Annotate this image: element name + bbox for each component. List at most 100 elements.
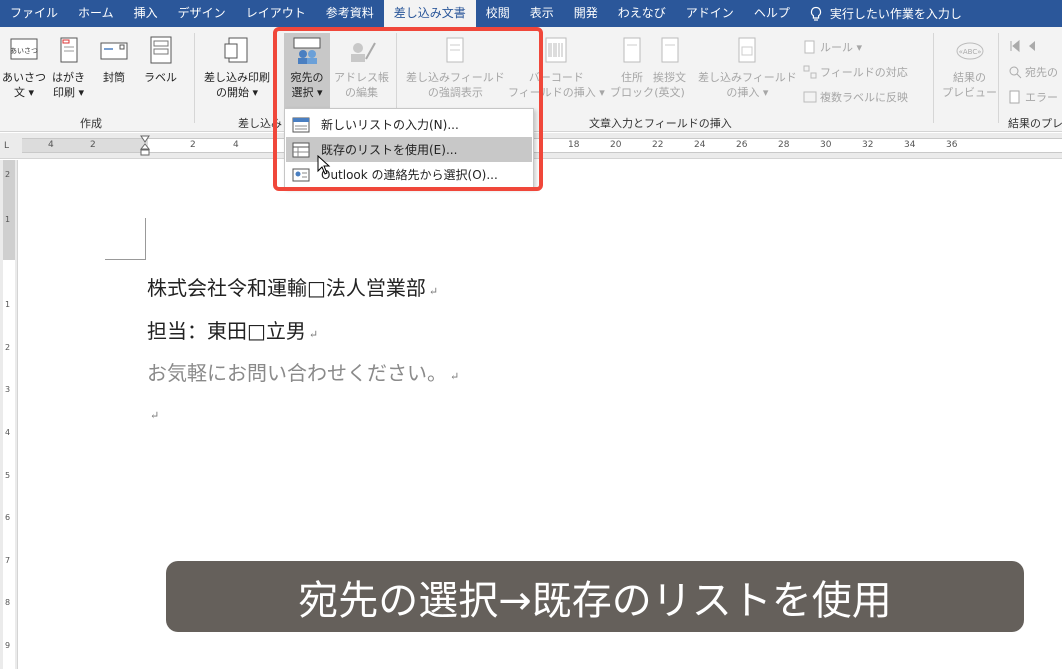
greeting-card-label-1: あいさつ [2,71,46,84]
previous-record-icon [1029,41,1035,51]
vruler-number: 2 [5,343,11,352]
find-recipient-icon [1009,66,1022,79]
postcard-print-button[interactable]: はがき 印刷 ▾ [52,35,85,100]
ruler-number: 2 [190,140,196,150]
ruler-number: 4 [48,140,54,150]
match-fields-label: フィールドの対応 [820,66,908,79]
start-mail-merge-icon [224,37,248,63]
postcard-icon [60,37,77,63]
ruler-number: 18 [568,140,580,150]
match-fields-button[interactable]: フィールドの対応 [803,64,908,80]
tab-insert[interactable]: 挿入 [124,0,168,27]
greeting-card-icon: あいさつ [10,38,38,60]
tab-developer[interactable]: 開発 [564,0,608,27]
ruler-number: 32 [862,140,874,150]
vruler-number: 2 [5,170,11,179]
tab-home[interactable]: ホーム [68,0,124,27]
tab-addins[interactable]: アドイン [676,0,744,27]
paragraph-mark: ↵ [450,370,460,383]
postcard-label-1: はがき [52,71,85,84]
ruler-number: 4 [233,140,239,150]
lightbulb-icon [810,6,821,21]
document-line-1[interactable]: 株式会社令和運輸□法人営業部 ↵ [147,272,438,301]
preview-results-button[interactable]: «ABC» 結果の プレビュー [942,35,997,100]
label-button[interactable]: ラベル [144,35,177,85]
insert-merge-field-label-2: の挿入 ▾ [726,86,769,99]
ruler-number: 28 [778,140,790,150]
greeting-card-button[interactable]: あいさつ あいさつ 文 ▾ [2,35,46,100]
group-label-preview-results: 結果のプレ [1008,117,1062,130]
postcard-label-2: 印刷 ▾ [52,86,85,99]
tab-view[interactable]: 表示 [520,0,564,27]
ruler-number: 26 [736,140,748,150]
group-separator [194,33,195,123]
group-separator [998,33,999,123]
rules-icon [804,40,815,54]
ruler-number: 30 [820,140,832,150]
ruler-number: 2 [90,140,96,150]
greeting-line-button[interactable]: 挨拶文 (英文) [653,35,686,100]
tab-references[interactable]: 参考資料 [316,0,384,27]
greeting-icon-text: あいさつ [10,47,38,55]
group-separator [933,33,934,123]
address-block-button[interactable]: 住所 ブロック [610,35,654,100]
tab-layout[interactable]: レイアウト [236,0,316,27]
start-mail-merge-label-2: の開始 ▾ [215,86,259,99]
ribbon-tab-bar: ファイル ホーム 挿入 デザイン レイアウト 参考資料 差し込み文書 校閲 表示… [0,0,1062,27]
ruler-margin-area [22,139,148,152]
ruler-number: 36 [946,140,958,150]
document-text: 株式会社令和運輸□法人営業部 [147,276,426,300]
greeting-line-icon [661,37,678,63]
insert-merge-field-button[interactable]: 差し込みフィールド の挿入 ▾ [698,35,797,100]
rules-button[interactable]: ルール ▾ [803,39,862,55]
preview-results-label-2: プレビュー [942,86,997,99]
group-label-create: 作成 [80,117,102,130]
vertical-ruler[interactable]: 2 1 1 2 3 4 5 6 7 8 9 [0,160,18,669]
update-labels-icon [803,91,817,103]
check-errors-label: エラー [1025,91,1058,104]
vertical-ruler-strip: 2 1 1 2 3 4 5 6 7 8 9 [3,160,15,669]
ruler-number: 34 [904,140,916,150]
insert-merge-field-icon [738,37,756,63]
address-block-label-1: 住所 [621,71,643,84]
tab-review[interactable]: 校閲 [476,0,520,27]
document-line-4[interactable]: ↵ [147,400,159,424]
vruler-number: 4 [5,428,11,437]
start-mail-merge-label-1: 差し込み印刷 [204,71,270,84]
tab-help[interactable]: ヘルプ [744,0,800,27]
envelope-button[interactable]: 封筒 [98,35,130,85]
paragraph-mark: ↵ [428,285,439,298]
vruler-number: 9 [5,641,11,650]
margin-corner-mark [105,259,146,260]
ruler-number: 20 [610,140,622,150]
update-labels-button[interactable]: 複数ラベルに反映 [803,89,908,105]
preview-results-label-1: 結果の [953,71,986,84]
start-mail-merge-button[interactable]: 差し込み印刷 の開始 ▾ [204,35,270,100]
envelope-label: 封筒 [103,71,125,84]
tab-waenavi[interactable]: わえなび [608,0,676,27]
vruler-number: 7 [5,556,11,565]
rules-label: ルール ▾ [820,41,863,54]
match-fields-icon [803,65,817,79]
group-label-write-insert-fields: 文章入力とフィールドの挿入 [589,117,732,130]
find-recipient-button[interactable]: 宛先の [1008,64,1058,80]
vruler-number: 6 [5,513,11,522]
tab-selector[interactable]: L [4,141,9,151]
envelope-icon [100,42,128,60]
first-record-nav[interactable] [1008,39,1042,53]
document-line-2[interactable]: 担当：東田□立男 ↵ [147,315,318,344]
tab-design[interactable]: デザイン [168,0,236,27]
tab-file[interactable]: ファイル [0,0,68,27]
greeting-line-label-2: (英文) [654,86,685,99]
tab-mailings[interactable]: 差し込み文書 [383,0,476,27]
document-text: 担当：東田□立男 [147,319,306,343]
ruler-number: 24 [694,140,706,150]
paragraph-mark: ↵ [308,328,319,341]
ruler-number: 22 [652,140,664,150]
indent-marker-icon[interactable] [140,135,150,157]
check-errors-button[interactable]: エラー [1008,89,1058,105]
tell-me-box[interactable]: 実行したい作業を入力し [808,5,962,22]
find-recipient-label: 宛先の [1025,66,1058,79]
document-line-3[interactable]: お気軽にお問い合わせください。 ↵ [147,357,459,386]
document-text: お気軽にお問い合わせください。 [147,361,447,385]
